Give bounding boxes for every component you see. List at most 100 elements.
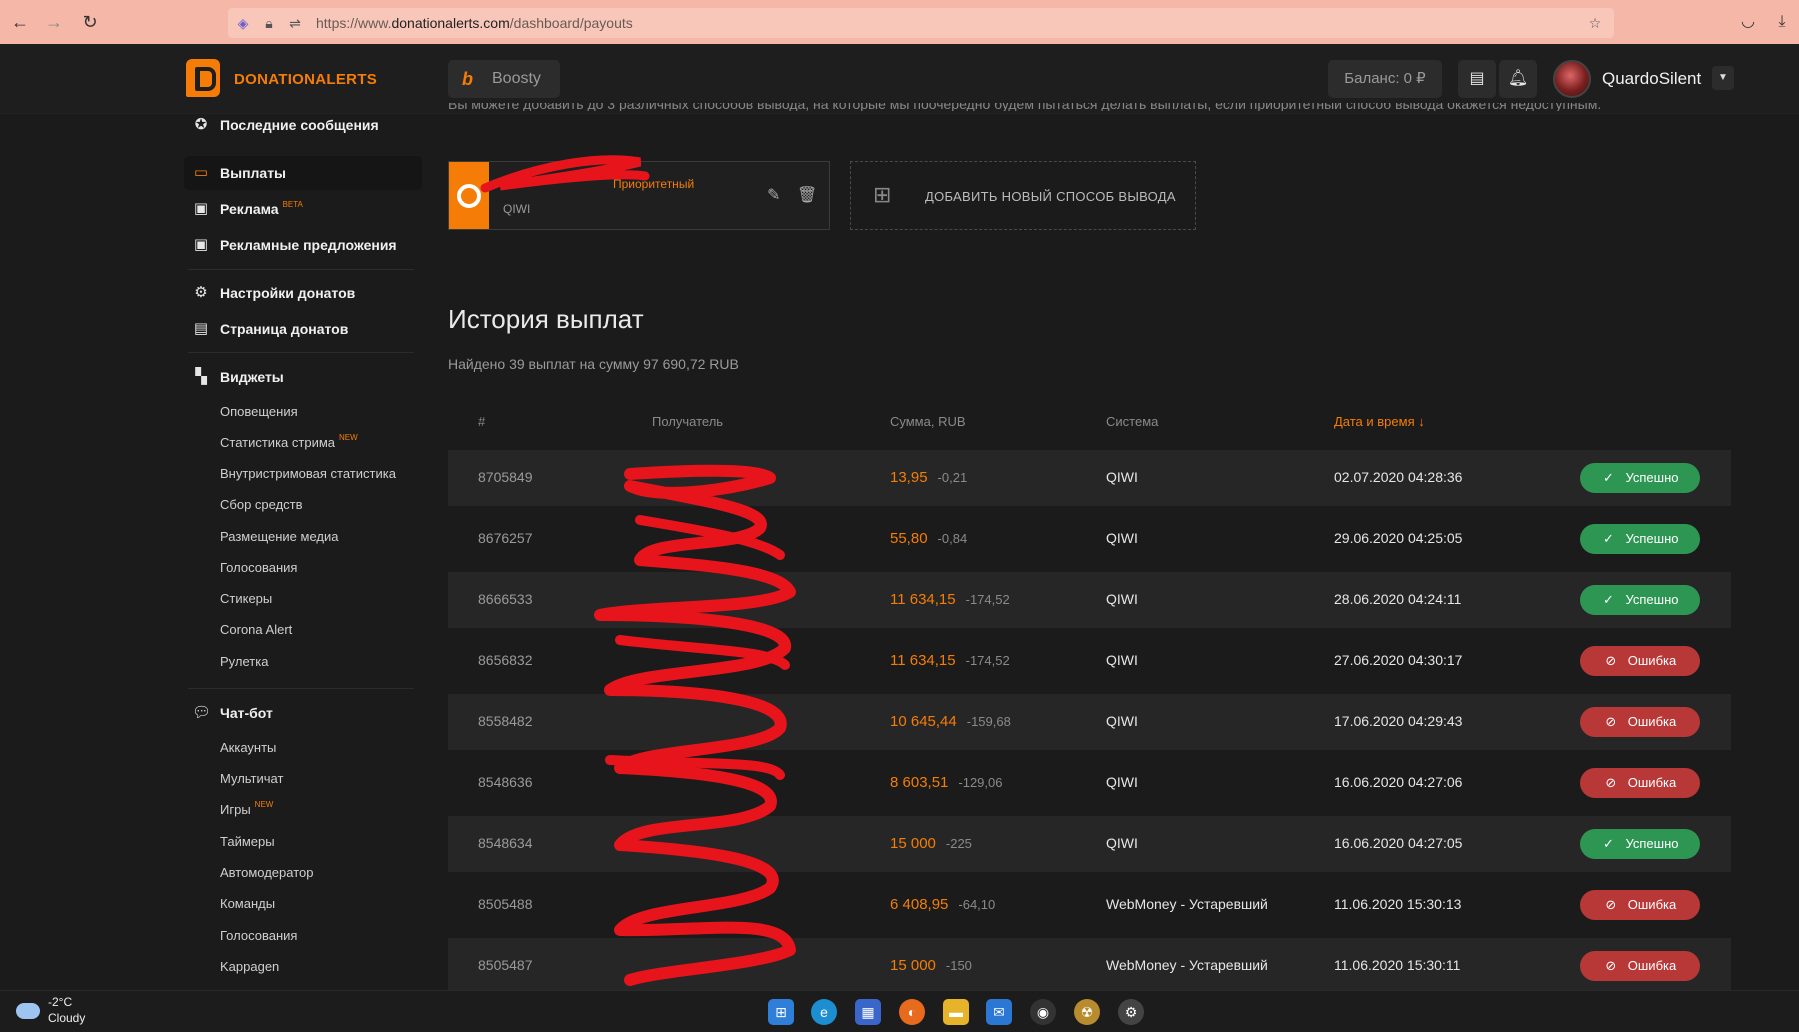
- sidebar-sub-corona-alert[interactable]: Corona Alert: [220, 622, 292, 637]
- sidebar-item-ad-offers[interactable]: ▣ Рекламные предложения: [184, 228, 422, 262]
- payout-method-card: Приоритетный QIWI ✎ 🗑︎: [448, 161, 830, 230]
- username[interactable]: QuardoSilent: [1602, 69, 1701, 89]
- star-icon: ✪: [194, 116, 208, 133]
- forward-icon[interactable]: →: [42, 10, 66, 34]
- sidebar-item-donation-settings[interactable]: ⚙ Настройки донатов: [184, 276, 422, 310]
- status-label: Ошибка: [1627, 714, 1677, 729]
- balance-button[interactable]: Баланс: 0 ₽: [1328, 60, 1442, 98]
- sidebar-sub-stickers[interactable]: Стикеры: [220, 591, 272, 606]
- sidebar-sub-instream-stats[interactable]: Внутристримовая статистика: [220, 466, 396, 481]
- bookmark-star-icon[interactable]: ☆: [1586, 14, 1604, 32]
- payout-amount: 13,95 -0,21: [890, 469, 967, 486]
- table-row: 8548634 15 000 -225 QIWI 16.06.2020 04:27:05…: [448, 816, 1731, 872]
- status-badge: ✓ Успешно: [1580, 829, 1700, 859]
- sidebar-sub-timers[interactable]: Таймеры: [220, 834, 275, 849]
- firefox-icon[interactable]: ◐: [899, 999, 925, 1025]
- payout-system: WebMoney - Устаревший: [1106, 896, 1268, 912]
- sidebar-item-label: Реклама BETA: [220, 200, 303, 217]
- chevron-down-icon[interactable]: ▼: [1712, 66, 1734, 90]
- steam-icon[interactable]: ⚙: [1118, 999, 1144, 1025]
- weather-temperature[interactable]: -2°C: [48, 995, 72, 1009]
- new-badge: NEW: [254, 800, 274, 809]
- chat-icon: 💬︎: [192, 704, 212, 721]
- donationalerts-logo-icon[interactable]: [186, 59, 220, 97]
- table-header: # Получатель Сумма, RUB Система Дата и в…: [448, 410, 1731, 442]
- fee-value: -129,06: [958, 775, 1003, 790]
- status-label: Ошибка: [1627, 775, 1677, 790]
- amount-value: 15 000: [890, 957, 936, 974]
- sidebar-item-widgets[interactable]: ▚ Виджеты: [184, 360, 422, 394]
- sidebar-item-label: Рекламные предложения: [220, 237, 397, 253]
- obs-icon[interactable]: ◉: [1030, 999, 1056, 1025]
- sidebar-item-donation-page[interactable]: ▤ Страница донатов: [184, 312, 422, 346]
- pencil-icon[interactable]: ✎: [767, 185, 787, 205]
- sidebar-sub-automoderator[interactable]: Автомодератор: [220, 865, 313, 880]
- sidebar-sub-roulette[interactable]: Рулетка: [220, 654, 268, 669]
- widgets-icon: ▚: [195, 368, 207, 385]
- pocket-icon[interactable]: ◡: [1736, 10, 1760, 34]
- edge-icon[interactable]: e: [811, 999, 837, 1025]
- cloud-icon[interactable]: [16, 1003, 40, 1019]
- address-bar[interactable]: ◈ 🔒︎ ⇌ https://www.donationalerts.com/da…: [228, 8, 1614, 38]
- sidebar-item-payouts[interactable]: ▭ Выплаты: [184, 156, 422, 190]
- qiwi-logo-icon: [449, 162, 489, 229]
- table-row: 8505487 15 000 -150 WebMoney - Устаревший 11…: [448, 938, 1731, 994]
- sidebar-sub-stream-stats[interactable]: Статистика стрима NEW: [220, 433, 358, 450]
- status-badge: ✓ Успешно: [1580, 463, 1700, 493]
- column-date-sort[interactable]: Дата и время ↓: [1334, 414, 1425, 429]
- sidebar-sub-games[interactable]: Игры NEW: [220, 800, 274, 817]
- lock-icon[interactable]: 🔒︎: [260, 14, 278, 32]
- back-icon[interactable]: ←: [8, 10, 32, 34]
- sidebar-sub-kappagen[interactable]: Kappagen: [220, 959, 279, 974]
- status-label: Успешно: [1625, 592, 1679, 607]
- downloads-icon[interactable]: ⤓: [1770, 10, 1794, 34]
- sidebar-item-ads[interactable]: ▣ Реклама BETA: [184, 192, 422, 226]
- sidebar-sub-accounts[interactable]: Аккаунты: [220, 740, 276, 755]
- windows-start-icon[interactable]: ⊞: [768, 999, 794, 1025]
- sidebar-sub-votes[interactable]: Голосования: [220, 928, 297, 943]
- amount-value: 11 634,15: [890, 591, 956, 608]
- payout-amount: 11 634,15 -174,52: [890, 591, 1010, 608]
- weather-condition[interactable]: Cloudy: [48, 1011, 85, 1025]
- mail-icon[interactable]: ✉: [986, 999, 1012, 1025]
- shield-icon[interactable]: ◈: [234, 14, 252, 32]
- permissions-icon[interactable]: ⇌: [286, 14, 304, 32]
- boosty-button[interactable]: b Boosty: [448, 60, 560, 98]
- logo-text[interactable]: DONATIONALERTS: [234, 71, 377, 88]
- column-recipient: Получатель: [652, 414, 724, 429]
- payout-system: WebMoney - Устаревший: [1106, 957, 1268, 973]
- fee-value: -150: [945, 958, 972, 973]
- sidebar-item-last-messages[interactable]: ✪ Последние сообщения: [184, 114, 422, 142]
- sidebar-item-label: Настройки донатов: [220, 285, 356, 301]
- add-payout-method-button[interactable]: ⊞ ДОБАВИТЬ НОВЫЙ СПОСОБ ВЫВОДА: [850, 161, 1196, 230]
- sidebar-sub-fundraising[interactable]: Сбор средств: [220, 497, 303, 512]
- payout-date: 16.06.2020 04:27:05: [1334, 835, 1463, 851]
- fee-value: -174,52: [965, 653, 1010, 668]
- file-explorer-icon[interactable]: ▬: [943, 999, 969, 1025]
- divider: [188, 352, 414, 353]
- game-icon[interactable]: ☢: [1074, 999, 1100, 1025]
- boosty-icon: b: [462, 69, 473, 89]
- store-icon[interactable]: ▦: [855, 999, 881, 1025]
- payout-id: 8558482: [478, 713, 533, 729]
- fee-value: -225: [945, 836, 972, 851]
- column-amount: Сумма, RUB: [890, 414, 966, 429]
- avatar[interactable]: [1553, 60, 1591, 98]
- sidebar-sub-media[interactable]: Размещение медиа: [220, 529, 338, 544]
- payout-date: 02.07.2020 04:28:36: [1334, 469, 1463, 485]
- sidebar-sub-alerts[interactable]: Оповещения: [220, 404, 298, 419]
- sidebar-item-label: Чат-бот: [220, 705, 273, 721]
- sidebar-sub-multichat[interactable]: Мультичат: [220, 771, 283, 786]
- bell-icon[interactable]: 🔔︎: [1499, 60, 1537, 98]
- sidebar-item-chatbot[interactable]: 💬︎ Чат-бот: [184, 696, 422, 730]
- wallet-icon: ▭: [193, 164, 209, 181]
- sidebar-sub-commands[interactable]: Команды: [220, 896, 275, 911]
- payout-date: 16.06.2020 04:27:06: [1334, 774, 1463, 790]
- check-icon: ✓: [1603, 592, 1614, 607]
- status-badge: ✓ Успешно: [1580, 524, 1700, 554]
- news-icon[interactable]: ▤: [1458, 60, 1496, 98]
- trash-icon[interactable]: 🗑︎: [797, 185, 817, 205]
- sidebar-item-label: Страница донатов: [220, 321, 349, 337]
- reload-icon[interactable]: ↻: [78, 10, 102, 34]
- sidebar-sub-polls[interactable]: Голосования: [220, 560, 297, 575]
